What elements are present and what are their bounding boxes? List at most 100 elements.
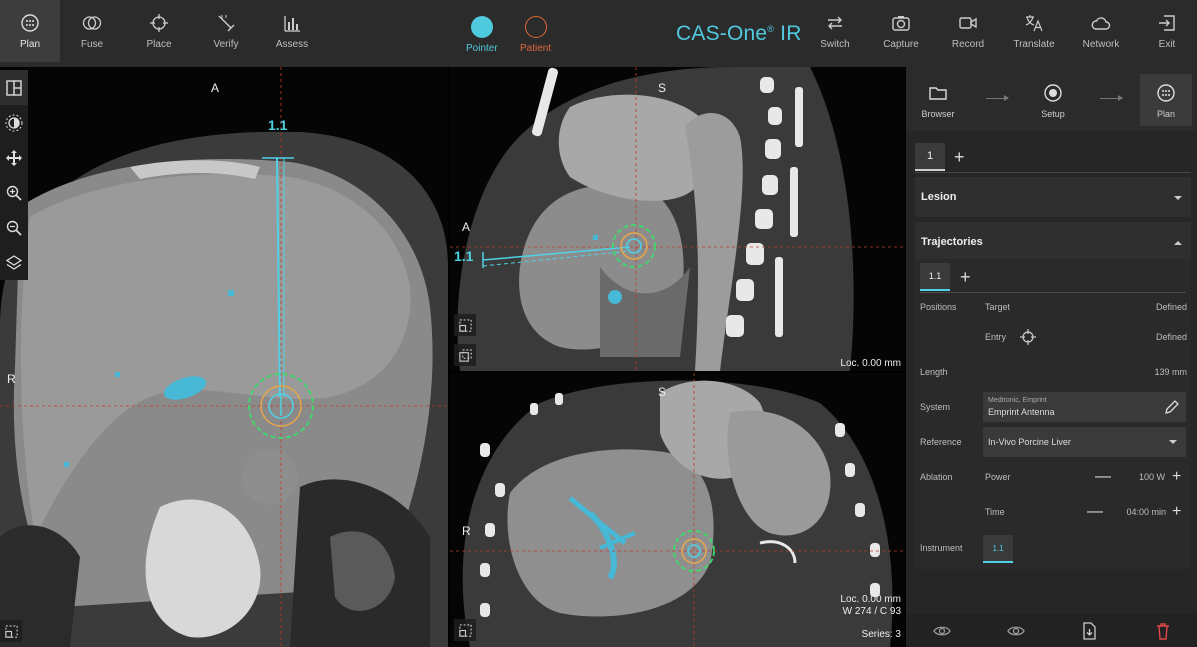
trajectories-section-header[interactable]: Trajectories [915, 222, 1191, 262]
reference-label: Reference [920, 437, 962, 447]
plan-tab-1[interactable]: 1 [915, 143, 945, 171]
toolbar-plan-button[interactable]: Plan [0, 0, 60, 62]
power-decrease-button[interactable]: — [1095, 469, 1111, 485]
patient-ring-icon [524, 16, 547, 38]
fuse-icon [82, 16, 102, 30]
sagittal-select-tool[interactable] [454, 314, 476, 336]
entry-label: Entry [985, 332, 1007, 342]
place-icon [150, 14, 168, 32]
pencil-icon[interactable] [1164, 399, 1180, 415]
trajectory-tab-1-1[interactable]: 1.1 [920, 263, 950, 291]
coronal-orientation-left: R [462, 524, 471, 538]
pointer-dot-icon [470, 16, 493, 38]
power-increase-button[interactable]: + [1172, 469, 1181, 485]
brand-registered-mark: ® [767, 24, 775, 34]
translate-label: Translate [1013, 39, 1055, 50]
coronal-viewport[interactable]: S R Loc. 0.00 mm W 274 / C 93 Series: 3 [450, 373, 905, 647]
crosshair-icon[interactable] [1020, 329, 1036, 345]
save-file-icon[interactable] [1080, 622, 1098, 640]
sagittal-scan-image [450, 67, 905, 371]
translate-icon [1025, 15, 1043, 32]
system-field[interactable]: Medtronic, Emprint Emprint Antenna [983, 392, 1186, 422]
trajectory-tabs-divider [920, 292, 1186, 293]
trajectory-details: 1.1 + Positions Target Defined Entry Def… [915, 259, 1191, 569]
axial-viewport[interactable]: A R 1.1 [0, 67, 448, 647]
workflow-bar: Browser Setup Plan [906, 67, 1197, 131]
layers-tool[interactable] [0, 245, 28, 280]
sagittal-orientation-left: A [462, 220, 471, 234]
chevron-up-icon [1174, 241, 1182, 245]
toolbar-plan-label: Plan [19, 39, 40, 50]
trajectory-tab-label: 1.1 [928, 271, 942, 281]
time-value: 04:00 min [1126, 507, 1166, 517]
time-increase-button[interactable]: + [1172, 504, 1181, 520]
axial-orientation-left: R [7, 372, 16, 386]
pan-tool[interactable] [0, 140, 28, 175]
record-button[interactable]: Record [938, 0, 998, 62]
copy-region-icon [458, 348, 472, 362]
select-region-icon [458, 623, 472, 637]
brand-name: CAS-One [676, 22, 768, 45]
layers-icon [5, 254, 23, 270]
layout-tool[interactable] [0, 70, 28, 105]
sagittal-trajectory-label[interactable]: 1.1 [454, 248, 473, 264]
add-trajectory-button[interactable]: + [960, 268, 971, 286]
zoom-out-tool[interactable] [0, 210, 28, 245]
eye-icon[interactable] [1007, 622, 1025, 640]
pointer-mode-toggle[interactable]: Pointer [466, 16, 498, 54]
add-plan-button[interactable]: + [954, 148, 965, 166]
toolbar-fuse-button[interactable]: Fuse [62, 0, 122, 62]
patient-mode-toggle[interactable]: Patient [520, 16, 551, 54]
lesion-section-header[interactable]: Lesion [915, 177, 1191, 217]
time-decrease-button[interactable]: — [1087, 504, 1103, 520]
zoom-out-icon [6, 220, 22, 236]
switch-button[interactable]: Switch [805, 0, 865, 62]
select-region-icon [458, 318, 472, 332]
contrast-icon [5, 114, 23, 131]
toolbar-assess-button[interactable]: Assess [262, 0, 322, 62]
viewport-tool-strip [0, 70, 28, 280]
plan-icon [1157, 84, 1175, 102]
chevron-down-icon [1174, 196, 1182, 200]
workflow-setup-label: Setup [1041, 109, 1065, 119]
network-button[interactable]: Network [1071, 0, 1131, 62]
zoom-in-tool[interactable] [0, 175, 28, 210]
lesion-title: Lesion [921, 191, 957, 203]
workflow-setup-step[interactable]: Setup [1027, 74, 1079, 126]
network-label: Network [1082, 39, 1120, 50]
coronal-series-label: Series: 3 [861, 629, 901, 640]
exit-icon [1159, 15, 1175, 31]
app-brand: CAS-One® IR [676, 22, 802, 46]
toolbar-verify-label: Verify [213, 39, 239, 50]
system-vendor: Medtronic, Emprint [988, 397, 1047, 404]
exit-button[interactable]: Exit [1137, 0, 1197, 62]
capture-button[interactable]: Capture [871, 0, 931, 62]
axial-trajectory-label[interactable]: 1.1 [268, 117, 287, 133]
instrument-chip[interactable]: 1.1 [983, 535, 1013, 563]
sagittal-copy-tool[interactable] [454, 344, 476, 366]
expand-icon [4, 624, 18, 638]
trash-icon[interactable] [1154, 622, 1172, 640]
workflow-arrow-1 [986, 95, 1009, 101]
window-level-tool[interactable] [0, 105, 28, 140]
toolbar-place-button[interactable]: Place [129, 0, 189, 62]
system-label: System [920, 402, 951, 412]
sagittal-viewport[interactable]: S A 1.1 Loc. 0.00 mm [450, 67, 905, 371]
coronal-location-label: Loc. 0.00 mm [840, 594, 901, 605]
coronal-select-tool[interactable] [454, 619, 476, 641]
app-window: Plan Fuse Place Verify Assess Pointer Pa… [0, 0, 1197, 647]
panel-bottom-bar [906, 614, 1197, 647]
workflow-plan-label: Plan [1156, 109, 1175, 119]
workflow-plan-step[interactable]: Plan [1140, 74, 1192, 126]
toolbar-verify-button[interactable]: Verify [196, 0, 256, 62]
pointer-mode-label: Pointer [466, 43, 498, 54]
entry-state: Defined [1155, 332, 1187, 342]
power-label: Power [985, 472, 1011, 482]
workflow-browser-step[interactable]: Browser [912, 74, 964, 126]
axial-scan-image [0, 67, 448, 647]
eye-icon[interactable] [933, 622, 951, 640]
reference-select[interactable]: In-Vivo Porcine Liver [983, 427, 1186, 457]
axial-layout-toggle[interactable] [0, 620, 22, 642]
axial-orientation-top: A [211, 81, 220, 95]
translate-button[interactable]: Translate [1004, 0, 1064, 62]
